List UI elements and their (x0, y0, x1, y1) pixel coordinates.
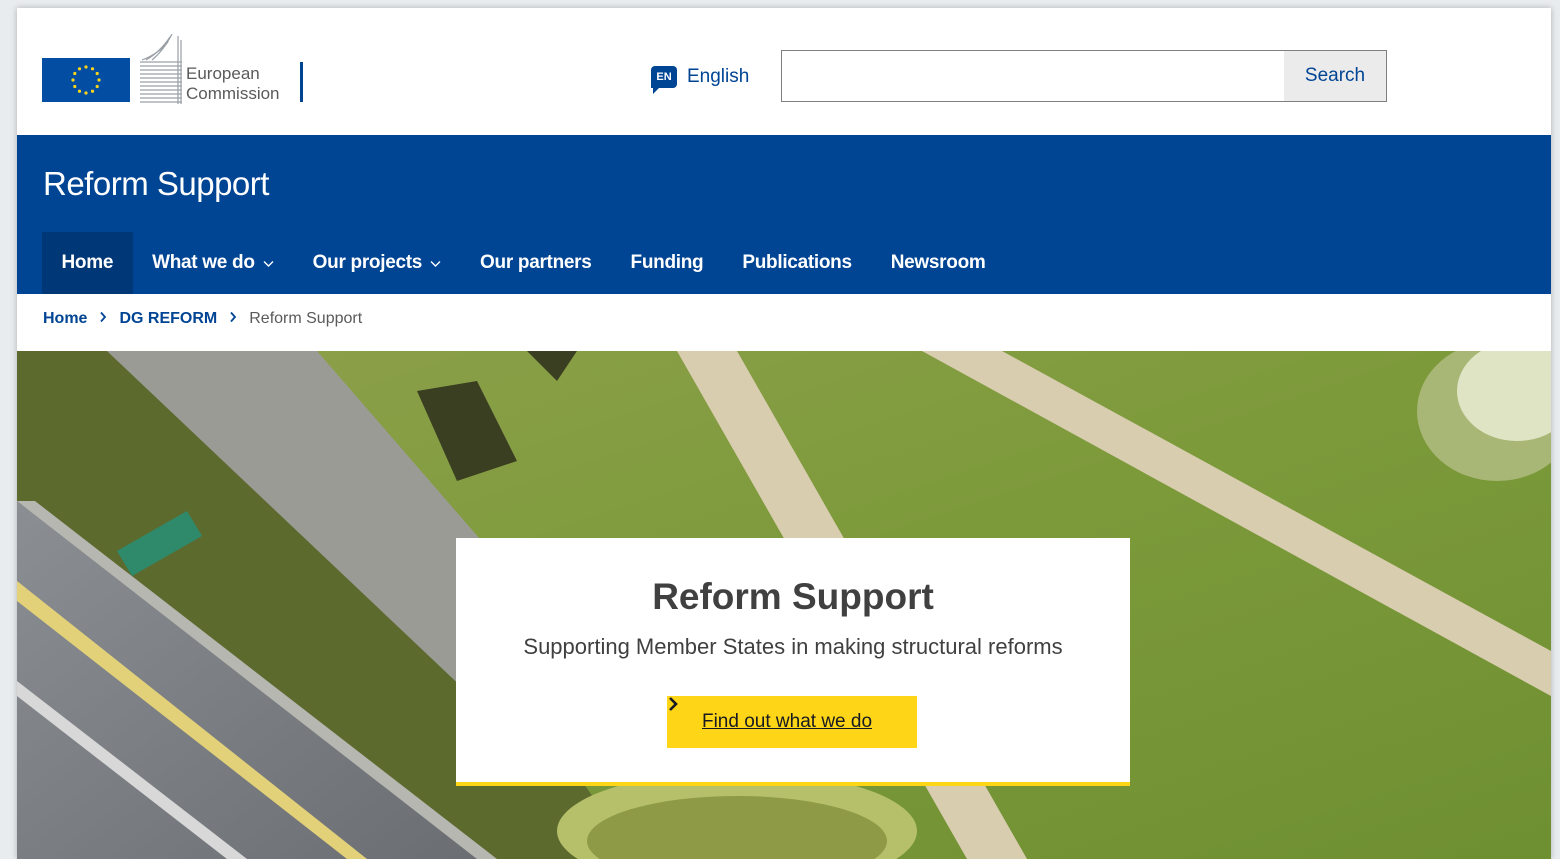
chevron-right-icon (229, 310, 237, 328)
hero-banner: Reform Support Supporting Member States … (17, 351, 1551, 859)
breadcrumb-current: Reform Support (249, 310, 363, 327)
search-form: Search (781, 50, 1387, 102)
search-input[interactable] (782, 51, 1284, 101)
nav-item-publications[interactable]: Publications (723, 232, 871, 294)
chevron-down-icon (263, 252, 274, 274)
site-banner: Reform Support Home What we do Our project… (17, 135, 1551, 294)
nav-item-label: What we do (152, 252, 255, 273)
nav-item-label: Our partners (480, 252, 592, 273)
european-commission-logo[interactable]: European Commission (42, 34, 312, 104)
chevron-right-icon (99, 310, 107, 328)
nav-item-funding[interactable]: Funding (611, 232, 723, 294)
nav-item-label: Publications (742, 252, 852, 273)
hero-card: Reform Support Supporting Member States … (456, 538, 1130, 786)
logo-divider (300, 62, 303, 102)
org-name: European Commission (186, 64, 280, 104)
commission-building-icon (140, 34, 182, 104)
find-out-what-we-do-button[interactable]: Find out what we do (667, 696, 917, 748)
main-navigation: Home What we do Our projects Our partners Fu… (42, 232, 1005, 294)
browser-page: European Commission EN English Search Re… (17, 8, 1551, 859)
chevron-down-icon (430, 252, 441, 274)
language-label: English (687, 66, 750, 87)
nav-item-what-we-do[interactable]: What we do (133, 232, 294, 294)
nav-item-our-projects[interactable]: Our projects (293, 232, 460, 294)
eu-flag-icon (42, 58, 130, 102)
org-name-line2: Commission (186, 84, 280, 103)
site-name[interactable]: Reform Support (43, 165, 269, 203)
breadcrumb-link[interactable]: DG REFORM (119, 310, 217, 328)
site-header: European Commission EN English Search (17, 8, 1551, 135)
org-name-line1: European (186, 64, 260, 83)
nav-item-label: Home (61, 252, 114, 273)
hero-subtitle: Supporting Member States in making struc… (523, 634, 1063, 659)
breadcrumb: Home DG REFORM Reform Support (43, 310, 362, 328)
search-button[interactable]: Search (1284, 51, 1386, 101)
breadcrumb-link[interactable]: Home (43, 310, 87, 328)
nav-item-newsroom[interactable]: Newsroom (871, 232, 1005, 294)
nav-item-label: Funding (630, 252, 704, 273)
nav-item-our-partners[interactable]: Our partners (461, 232, 612, 294)
hero-title: Reform Support (652, 576, 934, 617)
nav-item-label: Our projects (312, 252, 423, 273)
cta-label: Find out what we do (701, 711, 873, 732)
language-selector[interactable]: EN English (651, 64, 750, 94)
nav-item-label: Newsroom (890, 252, 986, 273)
language-code-icon: EN (651, 66, 677, 94)
nav-item-home[interactable]: Home (42, 232, 133, 294)
